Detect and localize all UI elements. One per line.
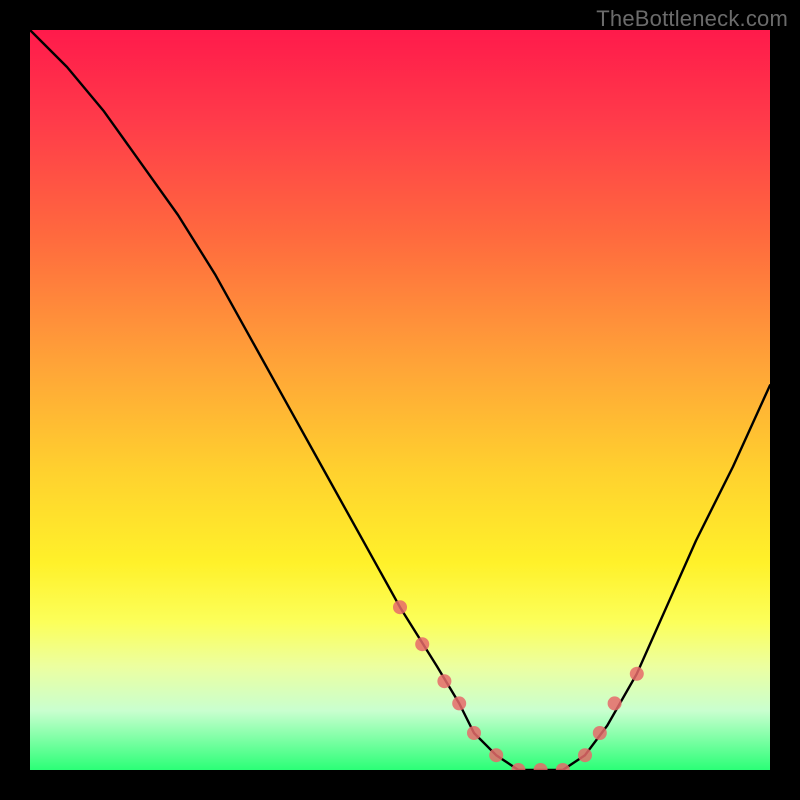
- highlight-dot: [467, 726, 481, 740]
- highlight-dot: [415, 637, 429, 651]
- highlight-dot: [511, 763, 525, 770]
- highlight-dot: [489, 748, 503, 762]
- plot-area: [30, 30, 770, 770]
- highlight-dot: [608, 696, 622, 710]
- watermark-text: TheBottleneck.com: [596, 6, 788, 32]
- highlight-dot: [593, 726, 607, 740]
- highlight-dot: [393, 600, 407, 614]
- curve-layer: [30, 30, 770, 770]
- bottleneck-curve: [30, 30, 770, 770]
- highlight-dot: [437, 674, 451, 688]
- highlight-dot: [556, 763, 570, 770]
- chart-stage: TheBottleneck.com: [0, 0, 800, 800]
- highlight-dot: [452, 696, 466, 710]
- highlight-dot: [630, 667, 644, 681]
- highlight-dot: [534, 763, 548, 770]
- highlight-dots: [393, 600, 644, 770]
- highlight-dot: [578, 748, 592, 762]
